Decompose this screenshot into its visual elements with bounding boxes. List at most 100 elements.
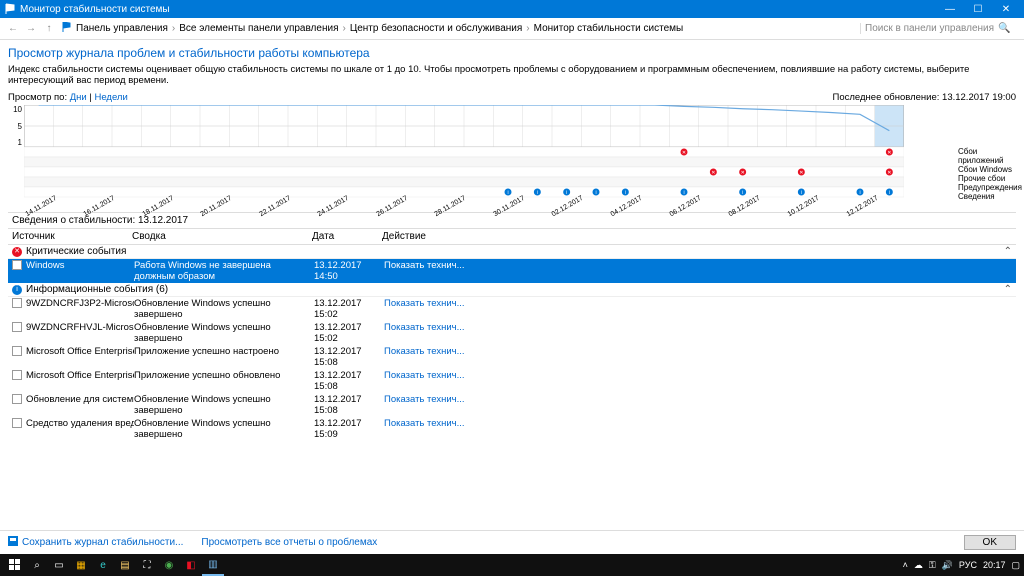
tray-lang[interactable]: РУС (959, 560, 977, 570)
content: Просмотр журнала проблем и стабильности … (0, 40, 1024, 441)
doc-icon (12, 370, 22, 380)
tray-cloud-icon[interactable]: ☁ (914, 560, 923, 571)
action-link[interactable]: Показать технич... (384, 370, 465, 381)
chrome-icon[interactable]: ◉ (158, 554, 180, 576)
doc-icon (12, 418, 22, 428)
store-icon[interactable]: ⛶ (136, 554, 158, 576)
action-link[interactable]: Показать технич... (384, 298, 465, 309)
breadcrumb-item[interactable]: Все элементы панели управления (179, 23, 338, 34)
maximize-button[interactable]: ☐ (964, 4, 992, 15)
close-button[interactable]: ✕ (992, 4, 1020, 15)
x-axis: 14.11.201716.11.201718.11.201720.11.2017… (24, 203, 904, 210)
svg-text:i: i (889, 190, 890, 196)
titlebar: Монитор стабильности системы — ☐ ✕ (0, 0, 1024, 18)
flag-icon (4, 3, 16, 15)
label-app-fail: Сбои приложений (958, 147, 1016, 165)
info-icon: i (12, 285, 22, 295)
view-label: Просмотр по: (8, 92, 67, 103)
ok-button[interactable]: OK (964, 535, 1016, 550)
tray-notification-icon[interactable]: ▢ (1011, 560, 1020, 571)
svg-text:✕: ✕ (682, 150, 686, 156)
action-link[interactable]: Показать технич... (384, 346, 465, 357)
start-button[interactable] (4, 554, 26, 576)
svg-text:i: i (625, 190, 626, 196)
breadcrumb-item[interactable]: Монитор стабильности системы (534, 23, 684, 34)
search-task-icon[interactable]: ⌕ (26, 554, 48, 576)
table-row[interactable]: 9WZDNCRFHVJL-Microsoft.Office...Обновлен… (8, 321, 1016, 345)
view-weeks-link[interactable]: Недели (94, 92, 127, 103)
system-tray[interactable]: ˄ ☁ ⚿ 🔊 РУС 20:17 ▢ (903, 560, 1020, 571)
up-button[interactable]: ↑ (40, 23, 58, 34)
tray-chevron-icon[interactable]: ˄ (903, 560, 908, 570)
page-description: Индекс стабильности системы оценивает об… (8, 64, 1016, 86)
breadcrumb-item[interactable]: Центр безопасности и обслуживания (350, 23, 522, 34)
col-date[interactable]: Дата (308, 229, 378, 244)
col-source[interactable]: Источник (8, 229, 128, 244)
taskview-icon[interactable]: ▭ (48, 554, 70, 576)
doc-icon (12, 298, 22, 308)
view-days-link[interactable]: Дни (70, 92, 87, 103)
tray-volume-icon[interactable]: 🔊 (942, 560, 953, 571)
table-row[interactable]: Microsoft Office Enterprise 2007Приложен… (8, 345, 1016, 369)
breadcrumb-item[interactable]: Панель управления (76, 23, 168, 34)
breadcrumb-sep: › (342, 23, 345, 34)
doc-icon (12, 322, 22, 332)
svg-text:✕: ✕ (799, 170, 803, 176)
save-journal-link[interactable]: Сохранить журнал стабильности... (22, 537, 183, 548)
disk-icon (8, 536, 18, 549)
collapse-icon[interactable]: ⌃ (1004, 284, 1012, 295)
column-headers: Источник Сводка Дата Действие (8, 228, 1016, 245)
label-win-fail: Сбои Windows (958, 165, 1016, 174)
table-row[interactable]: WindowsРабота Windows не завершена должн… (8, 259, 1016, 283)
ytick: 1 (8, 138, 22, 147)
table-row[interactable]: Microsoft Office Enterprise 2007Приложен… (8, 369, 1016, 393)
group-label: Информационные события (6) (26, 284, 168, 295)
explorer-icon[interactable]: ▤ (114, 554, 136, 576)
group-critical[interactable]: ✕ Критические события ⌃ (8, 245, 1016, 259)
window-title: Монитор стабильности системы (20, 4, 170, 15)
svg-text:i: i (742, 190, 743, 196)
control-panel-icon[interactable]: ▥ (202, 554, 224, 576)
page-heading: Просмотр журнала проблем и стабильности … (8, 46, 1016, 60)
app-icon[interactable]: ▦ (70, 554, 92, 576)
group-info[interactable]: i Информационные события (6) ⌃ (8, 283, 1016, 297)
details-title: Сведения о стабильности: 13.12.2017 (8, 212, 1016, 228)
label-warn: Предупреждения (958, 183, 1016, 192)
breadcrumb-sep: › (172, 23, 175, 34)
action-link[interactable]: Показать технич... (384, 418, 465, 429)
minimize-button[interactable]: — (936, 4, 964, 15)
bottombar: Сохранить журнал стабильности... Просмот… (0, 530, 1024, 554)
table-row[interactable]: Средство удаления вредоносны...Обновлени… (8, 417, 1016, 441)
app2-icon[interactable]: ◧ (180, 554, 202, 576)
ytick: 10 (8, 105, 22, 114)
taskbar: ⌕ ▭ ▦ e ▤ ⛶ ◉ ◧ ▥ ˄ ☁ ⚿ 🔊 РУС 20:17 ▢ (0, 554, 1024, 576)
stability-chart[interactable]: 10 5 1 ✕✕✕✕✕✕iiiiiiiiii 14.11.201716.11.… (8, 105, 1016, 210)
chart-svg[interactable]: ✕✕✕✕✕✕iiiiiiiiii (24, 105, 904, 205)
table-row[interactable]: Обновление для системы безоп...Обновлени… (8, 393, 1016, 417)
breadcrumb: Панель управления › Все элементы панели … (76, 23, 860, 34)
tray-network-icon[interactable]: ⚿ (929, 560, 936, 571)
action-link[interactable]: Показать технич... (384, 322, 465, 333)
svg-text:✕: ✕ (741, 170, 745, 176)
svg-text:i: i (801, 190, 802, 196)
view-all-reports-link[interactable]: Просмотреть все отчеты о проблемах (201, 537, 377, 548)
action-link[interactable]: Показать технич... (384, 260, 465, 271)
search-icon: 🔍 (998, 23, 1010, 34)
table-row[interactable]: 9WZDNCRFJ3P2-Microsoft.ZuneVi...Обновлен… (8, 297, 1016, 321)
back-button[interactable]: ← (4, 23, 22, 34)
forward-button[interactable]: → (22, 23, 40, 34)
col-action[interactable]: Действие (378, 229, 1016, 244)
svg-text:✕: ✕ (887, 150, 891, 156)
view-row: Просмотр по: Дни | Недели Последнее обно… (8, 92, 1016, 103)
search-placeholder: Поиск в панели управления (865, 23, 994, 34)
tray-time[interactable]: 20:17 (983, 560, 1006, 570)
row-labels: Сбои приложений Сбои Windows Прочие сбои… (956, 147, 1016, 197)
last-update: Последнее обновление: 13.12.2017 19:00 (833, 92, 1016, 103)
col-summary[interactable]: Сводка (128, 229, 308, 244)
action-link[interactable]: Показать технич... (384, 394, 465, 405)
collapse-icon[interactable]: ⌃ (1004, 246, 1012, 257)
doc-icon (12, 394, 22, 404)
search-box[interactable]: Поиск в панели управления 🔍 (860, 23, 1020, 34)
edge-icon[interactable]: e (92, 554, 114, 576)
view-sep: | (89, 92, 91, 103)
